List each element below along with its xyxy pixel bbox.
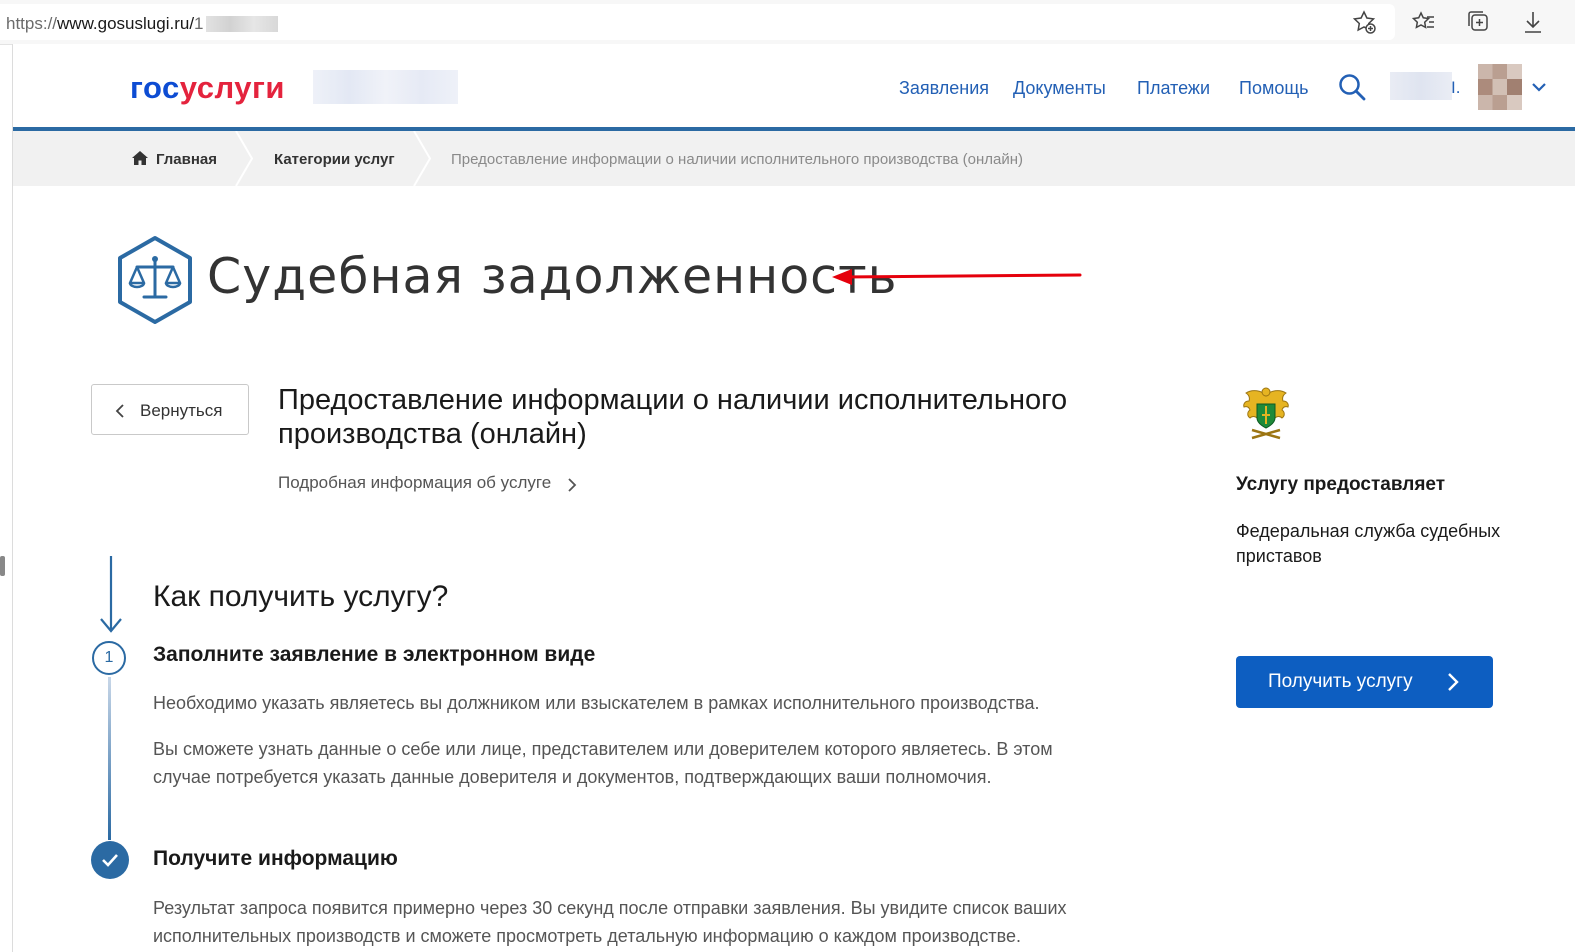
url-path: 1 xyxy=(194,14,204,33)
back-button-label: Вернуться xyxy=(140,401,223,420)
get-service-label: Получить услугу xyxy=(1268,671,1413,692)
home-icon[interactable] xyxy=(131,150,149,166)
get-service-button[interactable]: Получить услугу xyxy=(1236,656,1493,708)
breadcrumb-current: Предоставление информации о наличии испо… xyxy=(451,151,1024,168)
scrollbar-grip[interactable] xyxy=(0,556,5,576)
nav-payments[interactable]: Платежи xyxy=(1137,78,1210,99)
search-icon[interactable] xyxy=(1337,72,1367,102)
checkmark-icon xyxy=(91,841,129,879)
avatar[interactable] xyxy=(1478,64,1522,110)
chevron-down-icon[interactable] xyxy=(1530,78,1548,96)
how-to-heading: Как получить услугу? xyxy=(153,580,449,613)
service-title: Предоставление информации о наличии испо… xyxy=(278,384,1068,450)
url-host: www.gosuslugi.ru/ xyxy=(57,14,195,33)
user-name-redacted[interactable] xyxy=(1390,72,1452,100)
user-initial[interactable]: I. xyxy=(1451,78,1460,98)
step-text: Необходимо указать являетесь вы должнико… xyxy=(153,693,1040,713)
collections-icon[interactable] xyxy=(1465,8,1493,36)
provider-heading: Услугу предоставляет xyxy=(1236,474,1446,495)
logo-part-1: гос xyxy=(130,70,180,105)
chevron-right-icon[interactable] xyxy=(566,476,578,494)
url-scheme: https:// xyxy=(6,14,58,33)
url-text[interactable]: https://www.gosuslugi.ru/1 xyxy=(6,14,278,34)
step-title: Получите информацию xyxy=(153,847,398,870)
step-text: Результат запроса появится примерно чере… xyxy=(153,898,1067,946)
breadcrumb-home[interactable]: Главная xyxy=(156,151,217,168)
chevron-left-icon xyxy=(115,404,124,418)
breadcrumb-separator xyxy=(234,130,256,187)
browser-address-bar: https://www.gosuslugi.ru/1 xyxy=(0,0,1575,45)
breadcrumb-categories[interactable]: Категории услуг xyxy=(274,151,395,168)
favorites-icon[interactable] xyxy=(1410,8,1438,36)
back-button[interactable]: Вернуться xyxy=(91,384,249,435)
logo-part-2: услуги xyxy=(179,70,285,105)
url-redacted xyxy=(205,16,278,32)
more-info-link[interactable]: Подробная информация об услуге xyxy=(278,473,551,493)
annotation-arrow-icon xyxy=(830,262,1085,290)
step-connector xyxy=(108,677,111,840)
step-text: Вы сможете узнать данные о себе или лице… xyxy=(153,739,1053,787)
scales-icon xyxy=(115,235,195,325)
add-favorite-icon[interactable] xyxy=(1350,8,1378,36)
breadcrumb-separator xyxy=(412,130,434,187)
nav-documents[interactable]: Документы xyxy=(1013,78,1106,99)
url-field[interactable]: https://www.gosuslugi.ru/1 xyxy=(0,4,1395,40)
fssp-emblem-icon xyxy=(1238,386,1294,444)
step-title: Заполните заявление в электронном виде xyxy=(153,643,596,666)
step-number-badge: 1 xyxy=(92,641,126,675)
arrow-down-icon xyxy=(99,556,123,636)
gosuslugi-logo[interactable]: госуслуги xyxy=(130,70,285,106)
nav-applications[interactable]: Заявления xyxy=(899,78,989,99)
chevron-right-icon xyxy=(1448,673,1459,691)
region-selector-redacted[interactable] xyxy=(313,70,458,104)
category-title: Судебная задолженность xyxy=(207,248,898,305)
downloads-icon[interactable] xyxy=(1519,8,1547,36)
provider-name: Федеральная служба судебных приставов xyxy=(1236,521,1501,566)
nav-help[interactable]: Помощь xyxy=(1239,78,1309,99)
